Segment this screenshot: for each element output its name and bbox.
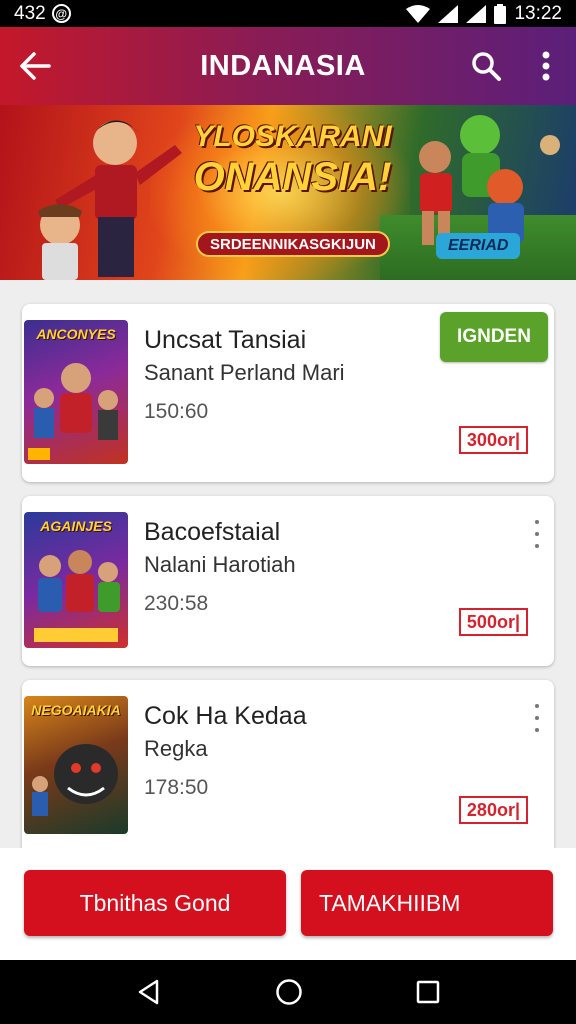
item-duration: 230:58 (144, 592, 209, 615)
more-options-button[interactable] (516, 27, 576, 105)
battery-icon (494, 3, 507, 24)
back-arrow-icon (20, 52, 51, 80)
search-button[interactable] (456, 27, 516, 105)
cover-art (34, 550, 120, 642)
secondary-action-button[interactable]: TAMAKHIIBM (301, 870, 553, 936)
primary-action-button[interactable]: Tbnithas Gond (24, 870, 286, 936)
bottom-action-bar: Tbnithas Gond TAMAKHIIBM (0, 848, 576, 960)
price-tag: 300or| (458, 426, 528, 454)
app-bar: INDANASIA (0, 27, 576, 105)
nav-back-icon[interactable] (136, 979, 162, 1005)
status-left-number: 432 (14, 2, 46, 24)
item-more-button[interactable] (532, 520, 542, 548)
cover-image: AGAINJES (24, 512, 128, 648)
list-item[interactable]: AGAINJES Bacoefstaial Nalani Harotiah 23… (22, 496, 554, 666)
item-duration: 178:50 (144, 776, 209, 799)
status-bar: 432 @ 13:22 (0, 0, 576, 27)
item-title: Uncsat Tansiai (144, 326, 307, 354)
promo-banner[interactable]: YLOSKARANI ONANSIA! SRDEENNIKASGKIJUN EE… (0, 105, 576, 280)
hero-illustration-left (38, 120, 182, 280)
banner-subtitle-pill: SRDEENNIKASGKIJUN (196, 231, 390, 257)
status-clock: 13:22 (514, 2, 562, 24)
banner-headline: YLOSKARANI ONANSIA! (185, 120, 400, 200)
cover-art (32, 744, 118, 816)
app-title: INDANASIA (200, 49, 366, 82)
list-item[interactable]: ANCONYES Uncsat Tansiai Sanant Perland M… (22, 304, 554, 482)
action-button[interactable]: IGNDEN (440, 312, 548, 362)
list-item[interactable]: NEGOAIAKIA Cok Ha Kedaa Regka 178:50 280… (22, 680, 554, 848)
cover-image: ANCONYES (24, 320, 128, 464)
item-list: ANCONYES Uncsat Tansiai Sanant Perland M… (0, 280, 576, 848)
banner-headline-line2: ONANSIA! (193, 155, 392, 199)
item-more-button[interactable] (532, 704, 542, 732)
price-tag: 280or| (458, 796, 528, 824)
item-duration: 150:60 (144, 400, 209, 423)
cover-art (28, 363, 118, 460)
nav-home-icon[interactable] (275, 978, 303, 1006)
cover-image: NEGOAIAKIA (24, 696, 128, 834)
search-icon (472, 52, 501, 81)
cover-title: ANCONYES (36, 326, 116, 342)
price-tag: 500or| (458, 608, 528, 636)
item-subtitle: Nalani Harotiah (144, 552, 296, 577)
item-title: Cok Ha Kedaa (144, 702, 307, 730)
banner-headline-line1: YLOSKARANI (193, 120, 392, 153)
more-vert-icon (542, 51, 550, 81)
cover-title: AGAINJES (40, 518, 112, 534)
nav-recents-icon[interactable] (416, 980, 440, 1004)
signal-icon (438, 4, 459, 23)
system-nav-bar (0, 960, 576, 1024)
item-title: Bacoefstaial (144, 518, 281, 546)
signal-icon (466, 4, 487, 23)
item-subtitle: Sanant Perland Mari (144, 360, 345, 385)
cover-title: NEGOAIAKIA (31, 702, 121, 718)
notification-icon: @ (51, 4, 71, 23)
back-button[interactable] (0, 27, 70, 105)
item-subtitle: Regka (144, 736, 208, 761)
banner-tag: EERIAD (436, 233, 521, 259)
wifi-icon (406, 4, 431, 23)
